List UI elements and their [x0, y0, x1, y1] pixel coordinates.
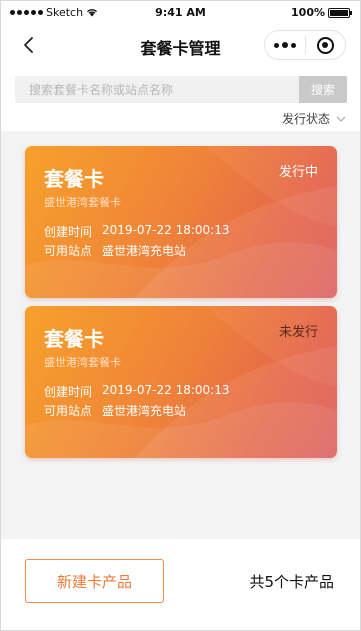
footer-bar: 新建卡产品 共5个卡产品	[1, 539, 360, 630]
chevron-down-icon	[336, 116, 346, 122]
total-count: 共5个卡产品	[249, 573, 334, 591]
search-area: 搜索 发行状态	[1, 67, 360, 131]
station-row: 可用站点 盛世港湾充电站	[44, 242, 186, 259]
more-icon[interactable]	[265, 31, 305, 59]
new-card-product-button[interactable]: 新建卡产品	[25, 559, 164, 603]
station-value: 盛世港湾充电站	[102, 244, 187, 258]
navigation-bar: 套餐卡管理	[1, 23, 360, 67]
created-time-label: 创建时间	[44, 385, 93, 399]
issue-status-filter[interactable]: 发行状态	[282, 110, 346, 127]
status-right: 100%	[291, 6, 352, 19]
package-card[interactable]: 套餐卡 盛世港湾套餐卡 未发行 创建时间 2019-07-22 18:00:13…	[25, 306, 337, 458]
card-subtitle: 盛世港湾套餐卡	[44, 196, 121, 209]
status-badge: 未发行	[278, 325, 318, 340]
status-badge: 发行中	[278, 165, 318, 180]
station-label: 可用站点	[44, 244, 93, 258]
created-time-label: 创建时间	[44, 225, 93, 239]
mini-program-capsule	[264, 30, 346, 60]
phone-screen: Sketch 9:41 AM 100% 套餐卡管理 搜索 发行状态	[0, 0, 361, 631]
card-title: 套餐卡	[44, 167, 104, 191]
created-time-value: 2019-07-22 18:00:13	[102, 383, 230, 397]
station-label: 可用站点	[44, 404, 93, 418]
battery-percent: 100%	[291, 6, 325, 19]
search-button[interactable]: 搜索	[299, 76, 347, 103]
station-row: 可用站点 盛世港湾充电站	[44, 402, 186, 419]
created-time-value: 2019-07-22 18:00:13	[102, 223, 230, 237]
status-bar: Sketch 9:41 AM 100%	[1, 1, 360, 23]
close-target-icon[interactable]	[306, 31, 345, 59]
card-subtitle: 盛世港湾套餐卡	[44, 356, 121, 369]
created-time-row: 创建时间 2019-07-22 18:00:13	[44, 223, 229, 240]
battery-icon	[328, 7, 352, 18]
search-input[interactable]	[15, 76, 299, 103]
card-title: 套餐卡	[44, 327, 104, 351]
filter-label: 发行状态	[281, 112, 330, 126]
station-value: 盛世港湾充电站	[102, 404, 187, 418]
package-card[interactable]: 套餐卡 盛世港湾套餐卡 发行中 创建时间 2019-07-22 18:00:13…	[25, 146, 337, 298]
created-time-row: 创建时间 2019-07-22 18:00:13	[44, 383, 229, 400]
